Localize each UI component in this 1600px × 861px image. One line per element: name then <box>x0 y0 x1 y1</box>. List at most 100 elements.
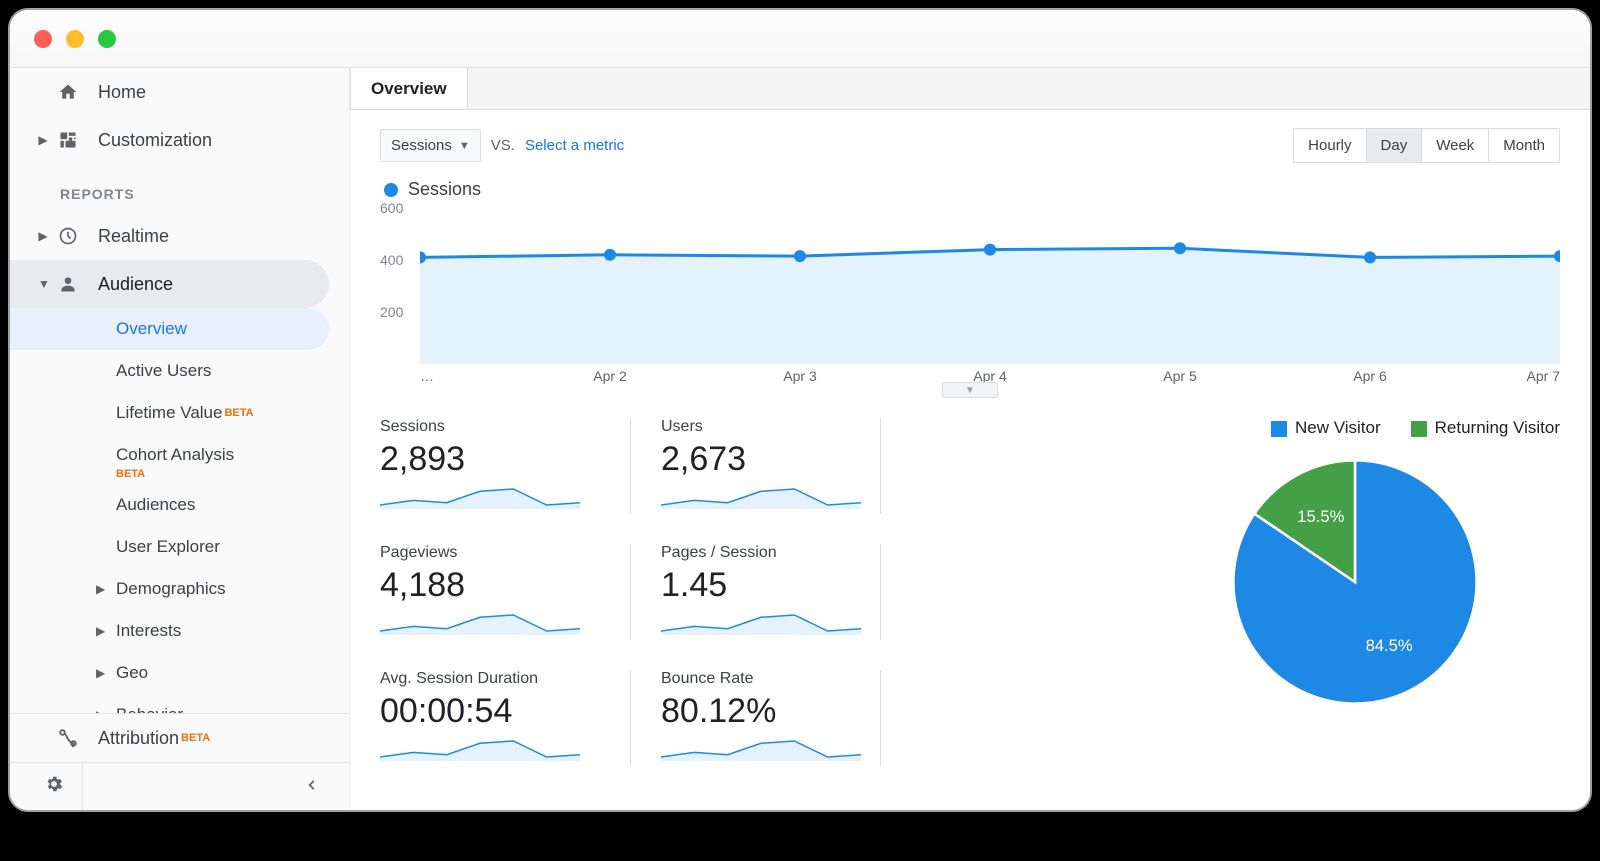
sidebar-sub-user-explorer[interactable]: User Explorer <box>10 526 349 568</box>
svg-text:15.5%: 15.5% <box>1297 507 1344 526</box>
sidebar-item-home[interactable]: Home <box>10 68 349 116</box>
granularity-week[interactable]: Week <box>1422 129 1489 162</box>
legend-dot-icon <box>384 183 398 197</box>
pie-wrap: 84.5% 15.5% <box>1150 454 1560 710</box>
y-tick: 200 <box>380 304 403 320</box>
expand-icon: ▶ <box>96 666 105 680</box>
metric-label: Avg. Session Duration <box>380 670 600 688</box>
metric-row: Avg. Session Duration 00:00:54 Bounce Rate… <box>380 670 1130 766</box>
dropdown-label: Sessions <box>391 137 452 154</box>
app-body: Home ▶ Customization REPORTS ▶ <box>10 68 1590 810</box>
metric-pageviews[interactable]: Pageviews4,188 <box>380 544 600 640</box>
metric-avg-session-duration[interactable]: Avg. Session Duration 00:00:54 <box>380 670 600 766</box>
sidebar-sub-label: Overview <box>116 319 187 339</box>
sidebar-sub-overview[interactable]: Overview <box>10 308 329 350</box>
metric-value: 00:00:54 <box>380 692 600 731</box>
pie-chart-svg[interactable]: 84.5% 15.5% <box>1227 454 1483 710</box>
metric-value: 80.12% <box>661 692 850 731</box>
metric-selector: Sessions ▼ VS. Select a metric <box>380 129 624 162</box>
sidebar-sub-label: Demographics <box>116 579 226 599</box>
svg-text:84.5%: 84.5% <box>1366 636 1413 655</box>
sidebar-item-audience[interactable]: ▼ Audience <box>10 260 329 308</box>
sidebar-sub-geo[interactable]: ▶ Geo <box>10 652 349 694</box>
metric-label: Sessions <box>380 418 600 436</box>
legend-swatch <box>1411 421 1427 437</box>
sidebar-sub-interests[interactable]: ▶Interests <box>10 610 349 652</box>
sidebar-sub-label: User Explorer <box>116 537 220 557</box>
line-chart-block: Sessions 200400600 …Apr 2Apr 3Apr 4Apr 5… <box>350 173 1590 388</box>
granularity-month[interactable]: Month <box>1489 129 1559 162</box>
sidebar-sub-label: Geo <box>116 663 148 683</box>
sidebar-item-realtime[interactable]: ▶ Realtime <box>10 212 349 260</box>
beta-badge: BETA <box>224 407 253 419</box>
sidebar-sub-demographics[interactable]: ▶Demographics <box>10 568 349 610</box>
x-tick: Apr 3 <box>783 368 816 384</box>
x-tick: Apr 5 <box>1163 368 1196 384</box>
close-window-button[interactable] <box>34 30 52 48</box>
metric-value: 2,673 <box>661 440 850 479</box>
legend-swatch <box>1271 421 1287 437</box>
vs-label: VS. <box>491 137 515 154</box>
sidebar-sub-label: Audiences <box>116 495 195 515</box>
pie-legend-item: New Visitor <box>1271 418 1381 438</box>
metric-label: Pages / Session <box>661 544 850 562</box>
metric-label: Bounce Rate <box>661 670 850 688</box>
metric-row: Pageviews4,188 Pages / Session1.45 <box>380 544 1130 640</box>
browser-window: Home ▶ Customization REPORTS ▶ <box>10 10 1590 810</box>
expand-icon: ▶ <box>38 133 48 147</box>
sidebar-sub-lifetime-value[interactable]: Lifetime ValueBETA <box>10 392 349 434</box>
sidebar-label: Customization <box>98 130 212 151</box>
y-tick: 600 <box>380 200 403 216</box>
metric-sessions[interactable]: Sessions2,893 <box>380 418 600 514</box>
tab-overview[interactable]: Overview <box>350 68 468 109</box>
compare-metric-link[interactable]: Select a metric <box>525 137 624 154</box>
chart-drag-handle[interactable]: ▼ <box>942 382 998 398</box>
line-chart-area[interactable]: 200400600 …Apr 2Apr 3Apr 4Apr 5Apr 6Apr … <box>380 208 1560 388</box>
expand-icon: ▶ <box>96 708 105 713</box>
metric-users[interactable]: Users 2,673 <box>630 418 850 514</box>
metric-pages-session[interactable]: Pages / Session1.45 <box>630 544 850 640</box>
divider <box>880 670 881 766</box>
metric-dropdown-primary[interactable]: Sessions ▼ <box>380 129 481 162</box>
sidebar-sub-audiences[interactable]: Audiences <box>10 484 349 526</box>
maximize-window-button[interactable] <box>98 30 116 48</box>
x-tick: Apr 2 <box>593 368 626 384</box>
granularity-hourly[interactable]: Hourly <box>1294 129 1366 162</box>
expand-icon: ▶ <box>38 229 48 243</box>
sidebar-footer <box>10 762 349 810</box>
sidebar: Home ▶ Customization REPORTS ▶ <box>10 68 350 810</box>
granularity-toggle: HourlyDayWeekMonth <box>1293 128 1560 163</box>
lower-section: Sessions2,893Users2,673Pageviews4,188Pag… <box>350 388 1590 766</box>
chart-controls: Sessions ▼ VS. Select a metric HourlyDay… <box>350 110 1590 173</box>
legend-label: Sessions <box>408 179 481 200</box>
collapse-icon: ▼ <box>38 277 48 291</box>
sidebar-sub-active-users[interactable]: Active Users <box>10 350 349 392</box>
sidebar-sub-label: Behavior <box>116 705 183 713</box>
granularity-day[interactable]: Day <box>1367 129 1423 162</box>
minimize-window-button[interactable] <box>66 30 84 48</box>
sidebar-label: Audience <box>98 274 173 295</box>
collapse-sidebar-button[interactable] <box>305 776 319 797</box>
gear-icon[interactable] <box>44 774 64 800</box>
dashboard-icon <box>56 130 80 150</box>
audience-submenu: Overview Active Users Lifetime ValueBETACo… <box>10 308 349 713</box>
sidebar-label: Realtime <box>98 226 169 247</box>
sidebar-sub-behavior[interactable]: ▶ Behavior <box>10 694 349 713</box>
metrics-grid: Sessions2,893Users2,673Pageviews4,188Pag… <box>380 418 1130 766</box>
window-controls <box>34 30 116 48</box>
sidebar-label: Attribution <box>98 728 179 749</box>
title-bar <box>10 10 1590 68</box>
sidebar-sub-label: Active Users <box>116 361 211 381</box>
expand-icon: ▶ <box>96 624 105 638</box>
metric-bounce-rate[interactable]: Bounce Rate 80.12% <box>630 670 850 766</box>
attribution-icon <box>56 727 80 749</box>
sidebar-item-customization[interactable]: ▶ Customization <box>10 116 349 164</box>
sidebar-item-attribution[interactable]: Attribution BETA <box>10 714 349 762</box>
x-tick: … <box>420 368 434 384</box>
tab-bar: Overview <box>350 68 1590 110</box>
divider <box>880 418 881 514</box>
metric-label: Users <box>661 418 850 436</box>
sidebar-heading-reports: REPORTS <box>10 164 349 212</box>
sidebar-sub-cohort-analysis[interactable]: Cohort Analysis <box>10 434 349 476</box>
main-content: Overview Sessions ▼ VS. Select a metric … <box>350 68 1590 810</box>
